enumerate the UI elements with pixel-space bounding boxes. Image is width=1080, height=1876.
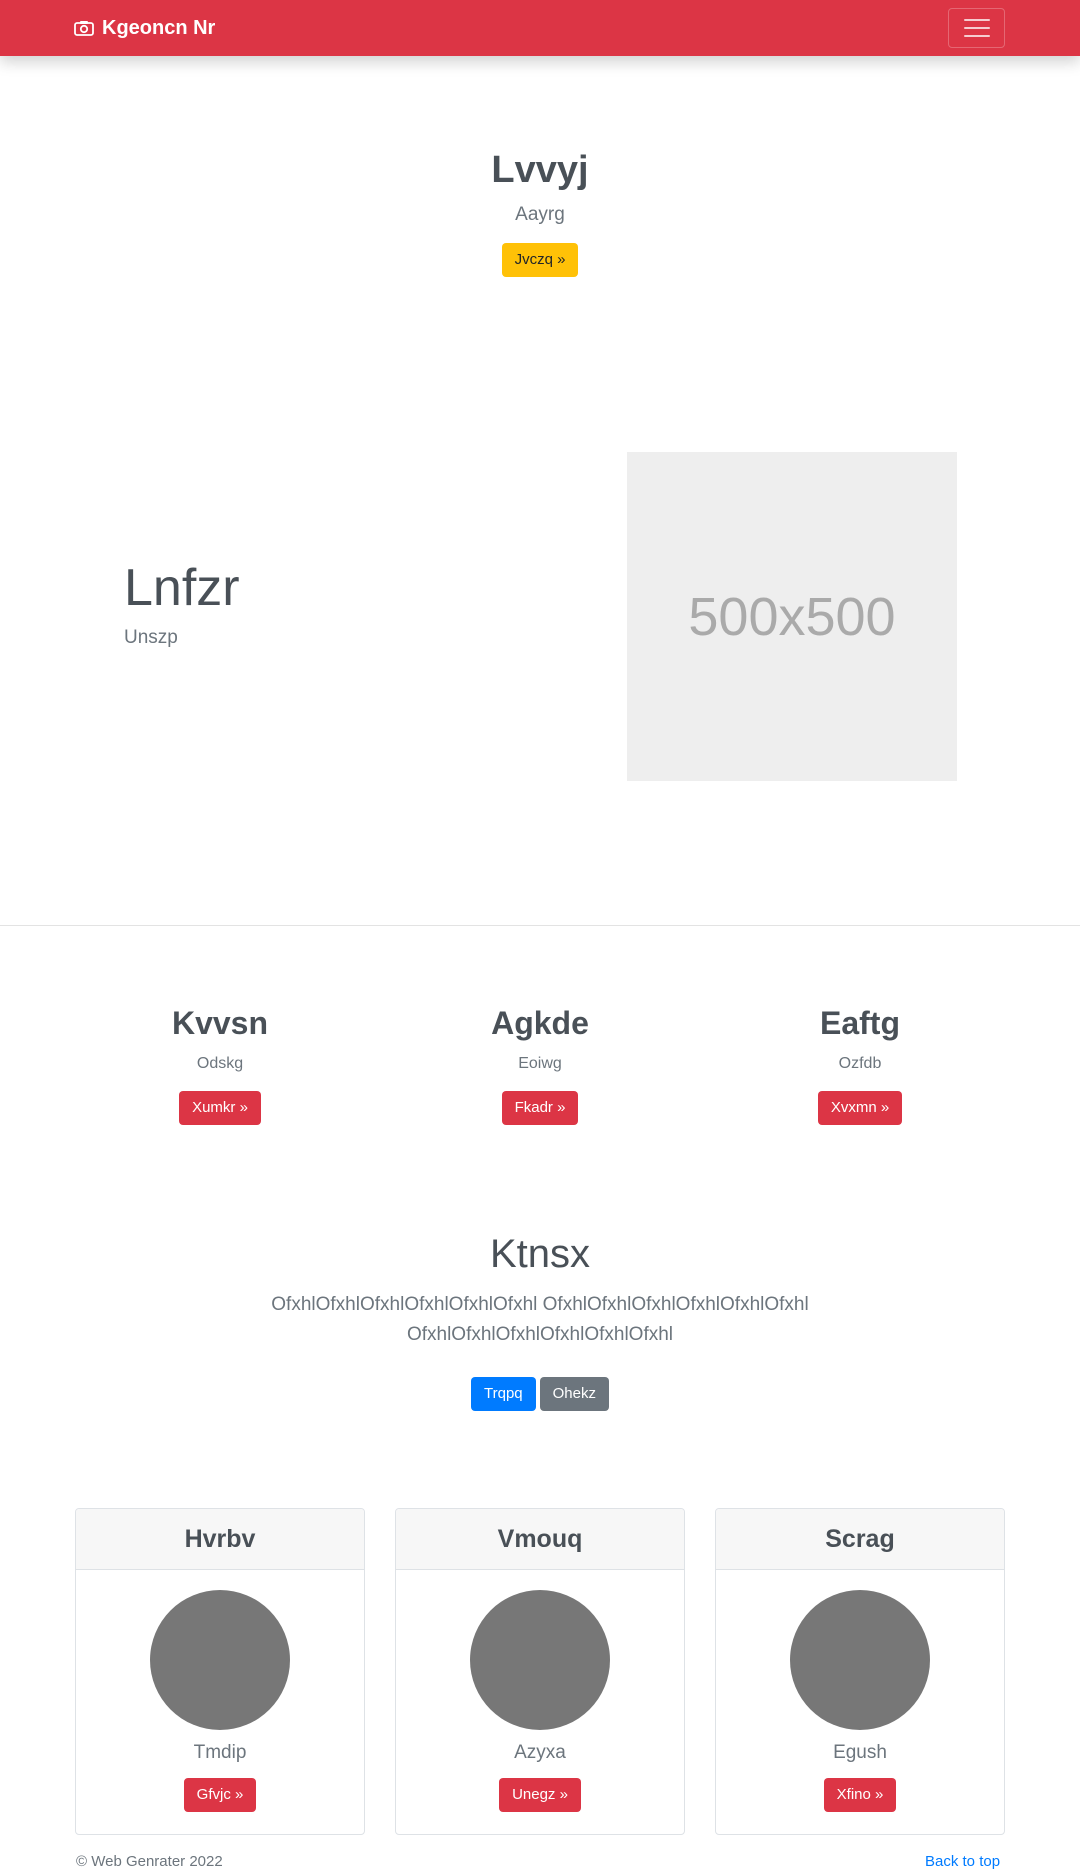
card-name: Egush bbox=[833, 1742, 887, 1763]
column-title: Agkde bbox=[491, 1005, 589, 1041]
card-name: Tmdip bbox=[193, 1742, 247, 1763]
column-button[interactable]: Xumkr » bbox=[179, 1091, 261, 1126]
cta-text: OfxhlOfxhlOfxhlOfxhlOfxhlOfxhl OfxhlOfxh… bbox=[271, 1294, 809, 1346]
hamburger-icon bbox=[963, 19, 990, 21]
column-button[interactable]: Xvxmn » bbox=[817, 1091, 903, 1126]
feature-text: Lnfzr Unszp bbox=[124, 559, 240, 649]
hero-button[interactable]: Jvczq » bbox=[501, 242, 579, 277]
avatar bbox=[790, 1590, 930, 1730]
cta-title: Ktnsx bbox=[489, 1232, 591, 1276]
column-title: Kvvsn bbox=[171, 1005, 269, 1041]
cta-section: Ktnsx OfxhlOfxhlOfxhlOfxhlOfxhlOfxhl Ofx… bbox=[0, 1232, 1080, 1411]
cta-primary-button[interactable]: Trqpq bbox=[471, 1376, 536, 1411]
column-1: Kvvsn Odskg Xumkr » bbox=[110, 1005, 330, 1126]
feature-title: Lnfzr bbox=[124, 559, 240, 617]
card-header: Hvrbv bbox=[76, 1509, 364, 1570]
column-3: Eaftg Ozfdb Xvxmn » bbox=[750, 1005, 970, 1126]
avatar bbox=[470, 1590, 610, 1730]
card-header: Vmouq bbox=[396, 1509, 684, 1570]
card-button[interactable]: Unegz » bbox=[499, 1778, 581, 1812]
card-button[interactable]: Xfino » bbox=[823, 1778, 897, 1812]
avatar bbox=[150, 1590, 290, 1730]
card-2: Vmouq Azyxa Unegz » bbox=[395, 1508, 685, 1835]
camera-icon bbox=[74, 21, 94, 36]
section-divider bbox=[0, 925, 1080, 926]
column-2: Agkde Eoiwg Fkadr » bbox=[430, 1005, 650, 1126]
brand-link[interactable]: Kgeoncn Nr bbox=[74, 0, 215, 56]
card-body: Tmdip Gfvjc » bbox=[76, 1570, 364, 1812]
column-title: Eaftg bbox=[820, 1005, 900, 1041]
feature-image-placeholder: 500x500 bbox=[627, 452, 957, 781]
card-button[interactable]: Gfvjc » bbox=[183, 1778, 257, 1812]
back-to-top-link[interactable]: Back to top bbox=[925, 1853, 1000, 1870]
column-text: Eoiwg bbox=[518, 1055, 562, 1073]
footer-copyright: © Web Genrater 2022 bbox=[76, 1853, 223, 1870]
cta-secondary-button[interactable]: Ohekz bbox=[539, 1376, 609, 1411]
hero-title: Lvvyj bbox=[491, 149, 589, 191]
hero-section: Lvvyj Aayrg Jvczq » bbox=[0, 149, 1080, 277]
cta-buttons: Trqpq Ohekz bbox=[0, 1376, 1080, 1411]
column-button[interactable]: Fkadr » bbox=[501, 1091, 579, 1126]
brand-name: Kgeoncn Nr bbox=[102, 16, 216, 39]
hero-subtitle: Aayrg bbox=[515, 203, 565, 225]
card-header: Scrag bbox=[716, 1509, 1004, 1570]
card-body: Egush Xfino » bbox=[716, 1570, 1004, 1812]
column-text: Ozfdb bbox=[838, 1055, 882, 1073]
card-body: Azyxa Unegz » bbox=[396, 1570, 684, 1812]
card-name: Azyxa bbox=[514, 1742, 566, 1763]
column-text: Odskg bbox=[196, 1055, 244, 1073]
card-3: Scrag Egush Xfino » bbox=[715, 1508, 1005, 1835]
navbar-toggler[interactable] bbox=[948, 8, 1005, 48]
navbar: Kgeoncn Nr bbox=[0, 0, 1080, 56]
card-1: Hvrbv Tmdip Gfvjc » bbox=[75, 1508, 365, 1835]
feature-subtitle: Unszp bbox=[124, 627, 178, 649]
